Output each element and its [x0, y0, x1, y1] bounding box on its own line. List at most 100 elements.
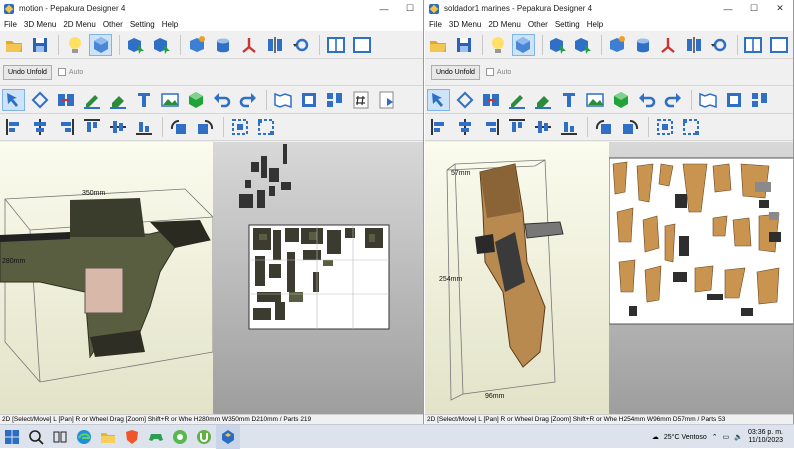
title-bar[interactable]: soldador1 marines - Pepakura Designer 4 …	[425, 0, 793, 17]
join-edges-icon[interactable]	[479, 89, 502, 111]
menu-setting[interactable]: Setting	[130, 20, 155, 29]
3d-view-panel[interactable]: 350mm 280mm	[0, 142, 214, 414]
redo-icon[interactable]	[661, 89, 684, 111]
text-icon[interactable]	[557, 89, 580, 111]
pen-line-icon[interactable]	[80, 89, 103, 111]
split-view-icon[interactable]	[742, 34, 764, 56]
single-view-icon[interactable]	[768, 34, 790, 56]
menu-3d[interactable]: 3D Menu	[24, 20, 56, 29]
cube-edit-icon[interactable]	[185, 34, 208, 56]
print-preview-icon[interactable]	[375, 89, 398, 111]
group-icon[interactable]	[228, 116, 251, 138]
split-view-icon[interactable]	[324, 34, 347, 56]
select-move-icon[interactable]	[2, 88, 25, 111]
texture-view-icon[interactable]	[89, 33, 112, 56]
image-icon[interactable]	[158, 89, 181, 111]
save-icon[interactable]	[28, 34, 51, 56]
game-icon[interactable]	[144, 425, 168, 449]
task-view-icon[interactable]	[48, 425, 72, 449]
2d-view-panel[interactable]	[608, 142, 794, 414]
utorrent-icon[interactable]	[192, 425, 216, 449]
cube-move-icon[interactable]	[150, 34, 173, 56]
unfolded-pattern[interactable]	[608, 142, 794, 414]
clock[interactable]: 03:36 p. m. 11/10/2023	[748, 429, 788, 445]
ungroup-icon[interactable]	[679, 116, 702, 138]
cube-move-icon[interactable]	[572, 34, 594, 56]
rotate-part-icon[interactable]	[28, 89, 51, 111]
open-folder-icon[interactable]	[2, 34, 25, 56]
menu-setting[interactable]: Setting	[555, 20, 580, 29]
rotate-view-icon[interactable]	[289, 34, 312, 56]
menu-3d[interactable]: 3D Menu	[449, 20, 481, 29]
menu-help[interactable]: Help	[162, 20, 178, 29]
brave-icon[interactable]	[120, 425, 144, 449]
align-middle-icon[interactable]	[531, 116, 554, 138]
align-bottom-icon[interactable]	[132, 116, 155, 138]
align-right-icon[interactable]	[479, 116, 502, 138]
align-center-icon[interactable]	[453, 116, 476, 138]
join-edges-icon[interactable]	[54, 89, 77, 111]
2d-view-panel[interactable]	[213, 142, 423, 414]
align-middle-icon[interactable]	[106, 116, 129, 138]
auto-checkbox[interactable]: Auto	[57, 68, 83, 76]
minimize-button[interactable]: —	[715, 0, 741, 17]
menu-2d[interactable]: 2D Menu	[63, 20, 95, 29]
checkbox-box[interactable]	[485, 68, 494, 76]
save-icon[interactable]	[452, 34, 474, 56]
pen-line-icon[interactable]	[505, 89, 528, 111]
rotate-right-icon[interactable]	[193, 116, 216, 138]
search-icon[interactable]	[24, 425, 48, 449]
volume-icon[interactable]: 🔈	[734, 433, 743, 441]
maximize-button[interactable]: ☐	[741, 0, 767, 17]
align-center-icon[interactable]	[28, 116, 51, 138]
3d-model-gun[interactable]	[0, 142, 214, 414]
menu-help[interactable]: Help	[587, 20, 603, 29]
weather-text[interactable]: 25°C Ventoso	[664, 434, 707, 441]
windows-start-icon[interactable]	[0, 425, 24, 449]
menu-other[interactable]: Other	[103, 20, 123, 29]
menu-file[interactable]: File	[4, 20, 17, 29]
group-icon[interactable]	[653, 116, 676, 138]
cylinder-icon[interactable]	[632, 34, 654, 56]
axis-icon[interactable]	[657, 34, 679, 56]
edge-icon[interactable]	[72, 425, 96, 449]
close-button[interactable]: ✕	[767, 0, 793, 17]
number-icon[interactable]	[349, 89, 372, 111]
arrange-icon[interactable]	[323, 89, 346, 111]
pepakura-icon[interactable]	[216, 424, 240, 449]
mirror-icon[interactable]	[682, 34, 704, 56]
redo-icon[interactable]	[236, 89, 259, 111]
fit-parts-icon[interactable]	[297, 89, 320, 111]
select-move-icon[interactable]	[427, 88, 450, 111]
undo-icon[interactable]	[210, 89, 233, 111]
align-right-icon[interactable]	[54, 116, 77, 138]
green-app-icon[interactable]	[168, 425, 192, 449]
3d-view-panel[interactable]: 57mm 254mm 96mm	[425, 142, 609, 414]
undo-icon[interactable]	[635, 89, 658, 111]
axis-icon[interactable]	[237, 34, 260, 56]
maximize-button[interactable]: ☐	[397, 0, 423, 17]
cube-select-icon[interactable]	[124, 34, 147, 56]
fit-parts-icon[interactable]	[722, 89, 745, 111]
rotate-right-icon[interactable]	[618, 116, 641, 138]
rotate-part-icon[interactable]	[453, 89, 476, 111]
minimize-button[interactable]: —	[371, 0, 397, 17]
menu-2d[interactable]: 2D Menu	[488, 20, 520, 29]
checkbox-box[interactable]	[57, 68, 66, 76]
rotate-left-icon[interactable]	[167, 116, 190, 138]
single-view-icon[interactable]	[350, 34, 373, 56]
ungroup-icon[interactable]	[254, 116, 277, 138]
image-icon[interactable]	[583, 89, 606, 111]
undo-unfold-button[interactable]: Undo Unfold	[3, 64, 52, 80]
arrange-icon[interactable]	[748, 89, 771, 111]
pages-icon[interactable]	[696, 89, 719, 111]
menu-file[interactable]: File	[429, 20, 442, 29]
align-left-icon[interactable]	[2, 116, 25, 138]
menu-other[interactable]: Other	[528, 20, 548, 29]
weather-icon[interactable]: ☁	[652, 433, 659, 441]
eraser-icon[interactable]	[531, 89, 554, 111]
green-cube-icon[interactable]	[184, 89, 207, 111]
text-icon[interactable]	[132, 89, 155, 111]
title-bar[interactable]: motion - Pepakura Designer 4 — ☐	[0, 0, 423, 17]
light-bulb-icon[interactable]	[487, 34, 509, 56]
